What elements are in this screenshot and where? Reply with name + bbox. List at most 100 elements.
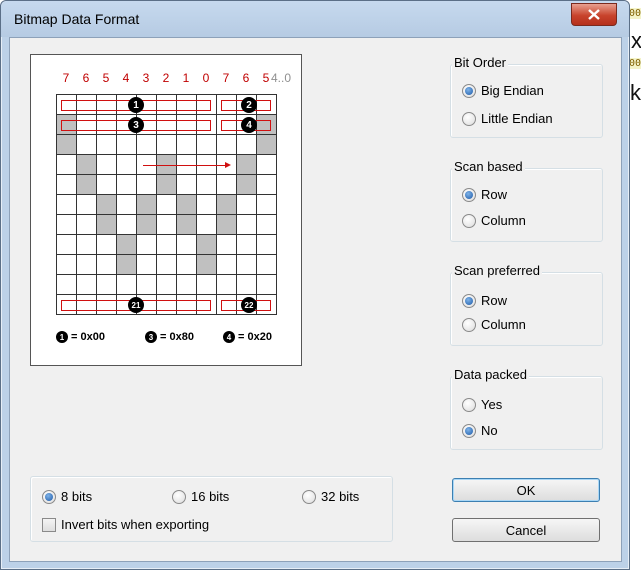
pixel-cell (237, 135, 257, 155)
pixel-cell (157, 195, 177, 215)
bit-label: 4..0 (271, 71, 292, 85)
pixel-cell (257, 215, 277, 235)
pixel-cell (97, 255, 117, 275)
legend-value: = 0x00 (71, 331, 105, 343)
pixel-cell (137, 175, 157, 195)
pixel-cell (177, 175, 197, 195)
pixel-cell (77, 235, 97, 255)
bitmap-data-format-dialog: Bitmap Data Format 7 6 5 4 3 2 1 0 7 6 5 4..0 1 2 3… (0, 0, 630, 570)
pixel-cell (117, 175, 137, 195)
ok-button[interactable]: OK (452, 478, 600, 502)
data-packed-no-radio[interactable]: No (462, 423, 498, 438)
radio-indicator[interactable] (172, 489, 186, 504)
bits-16-radio[interactable]: 16 bits (172, 489, 229, 504)
radio-indicator[interactable] (462, 423, 476, 438)
radio-indicator[interactable] (42, 489, 56, 504)
legend-badge: 4 (223, 331, 235, 343)
scan-preferred-title: Scan preferred (452, 263, 542, 278)
scan-preferred-row-radio[interactable]: Row (462, 293, 507, 308)
scan-based-row-radio[interactable]: Row (462, 187, 507, 202)
pixel-cell (177, 275, 197, 295)
cancel-button[interactable]: Cancel (452, 518, 600, 542)
data-packed-group (450, 376, 603, 450)
data-packed-yes-radio[interactable]: Yes (462, 397, 502, 412)
pixel-cell (217, 215, 237, 235)
bit-label: 5 (102, 71, 110, 85)
pixel-cell (237, 215, 257, 235)
pixel-cell (57, 175, 77, 195)
bit-label: 6 (242, 71, 250, 85)
legend-badge: 1 (56, 331, 68, 343)
bit-label: 1 (182, 71, 190, 85)
pixel-cell (57, 235, 77, 255)
radio-indicator[interactable] (462, 111, 476, 126)
pixel-cell (117, 215, 137, 235)
pixel-cell (137, 215, 157, 235)
big-endian-radio[interactable]: Big Endian (462, 83, 544, 98)
pixel-cell (257, 155, 277, 175)
title-bar[interactable]: Bitmap Data Format (1, 1, 629, 37)
pixel-cell (217, 255, 237, 275)
pixel-cell (77, 255, 97, 275)
pixel-cell (97, 235, 117, 255)
radio-indicator[interactable] (302, 489, 316, 504)
pixel-cell (117, 135, 137, 155)
bits-8-radio[interactable]: 8 bits (42, 489, 92, 504)
radio-label: 8 bits (61, 489, 93, 504)
legend-item-3: 3 = 0x80 (145, 331, 194, 343)
radio-indicator[interactable] (462, 187, 476, 202)
checkbox-box[interactable] (42, 517, 56, 532)
little-endian-radio[interactable]: Little Endian (462, 111, 553, 126)
close-button[interactable] (571, 3, 617, 26)
pixel-cell (77, 215, 97, 235)
pixel-cell (77, 275, 97, 295)
radio-indicator[interactable] (462, 83, 476, 98)
byte-badge-22: 22 (241, 297, 257, 313)
pixel-cell (117, 235, 137, 255)
pixel-cell (117, 255, 137, 275)
pixel-cell (97, 275, 117, 295)
pixel-cell (237, 255, 257, 275)
hex-tag: 00 (629, 8, 641, 19)
radio-label: Row (481, 187, 508, 202)
pixel-cell (217, 135, 237, 155)
legend-value: = 0x20 (238, 331, 272, 343)
pixel-cell (57, 275, 77, 295)
pixel-cell (117, 155, 137, 175)
bitmap-preview: 7 6 5 4 3 2 1 0 7 6 5 4..0 1 2 3 4 21 22 1 = 0x00 3… (30, 54, 302, 366)
pixel-cell (57, 215, 77, 235)
pixel-cell (237, 175, 257, 195)
byte-badge-1: 1 (128, 97, 144, 113)
radio-indicator[interactable] (462, 213, 476, 228)
window-title: Bitmap Data Format (14, 11, 140, 27)
pixel-cell (177, 235, 197, 255)
pixel-cell (177, 255, 197, 275)
pixel-cell (157, 135, 177, 155)
radio-label: Column (481, 213, 526, 228)
radio-label: Yes (481, 397, 503, 412)
radio-indicator[interactable] (462, 293, 476, 308)
pixel-cell (117, 195, 137, 215)
invert-bits-checkbox[interactable]: Invert bits when exporting (42, 517, 209, 532)
bits-32-radio[interactable]: 32 bits (302, 489, 359, 504)
radio-indicator[interactable] (462, 317, 476, 332)
dialog-client-area: 7 6 5 4 3 2 1 0 7 6 5 4..0 1 2 3 4 21 22 1 = 0x00 3… (9, 37, 622, 562)
pixel-cell (197, 255, 217, 275)
checkbox-label: Invert bits when exporting (61, 517, 210, 532)
close-icon (588, 9, 600, 20)
radio-label: 16 bits (191, 489, 230, 504)
pixel-cell (197, 235, 217, 255)
bit-label: 6 (82, 71, 90, 85)
pixel-cell (197, 275, 217, 295)
bit-label: 4 (122, 71, 130, 85)
pixel-cell (97, 195, 117, 215)
scan-based-column-radio[interactable]: Column (462, 213, 526, 228)
radio-indicator[interactable] (462, 397, 476, 412)
scan-preferred-column-radio[interactable]: Column (462, 317, 526, 332)
pixel-cell (137, 195, 157, 215)
byte-badge-3: 3 (128, 117, 144, 133)
pixel-cell (237, 235, 257, 255)
bit-width-group (30, 476, 393, 542)
pixel-cell (257, 195, 277, 215)
pixel-cell (77, 135, 97, 155)
